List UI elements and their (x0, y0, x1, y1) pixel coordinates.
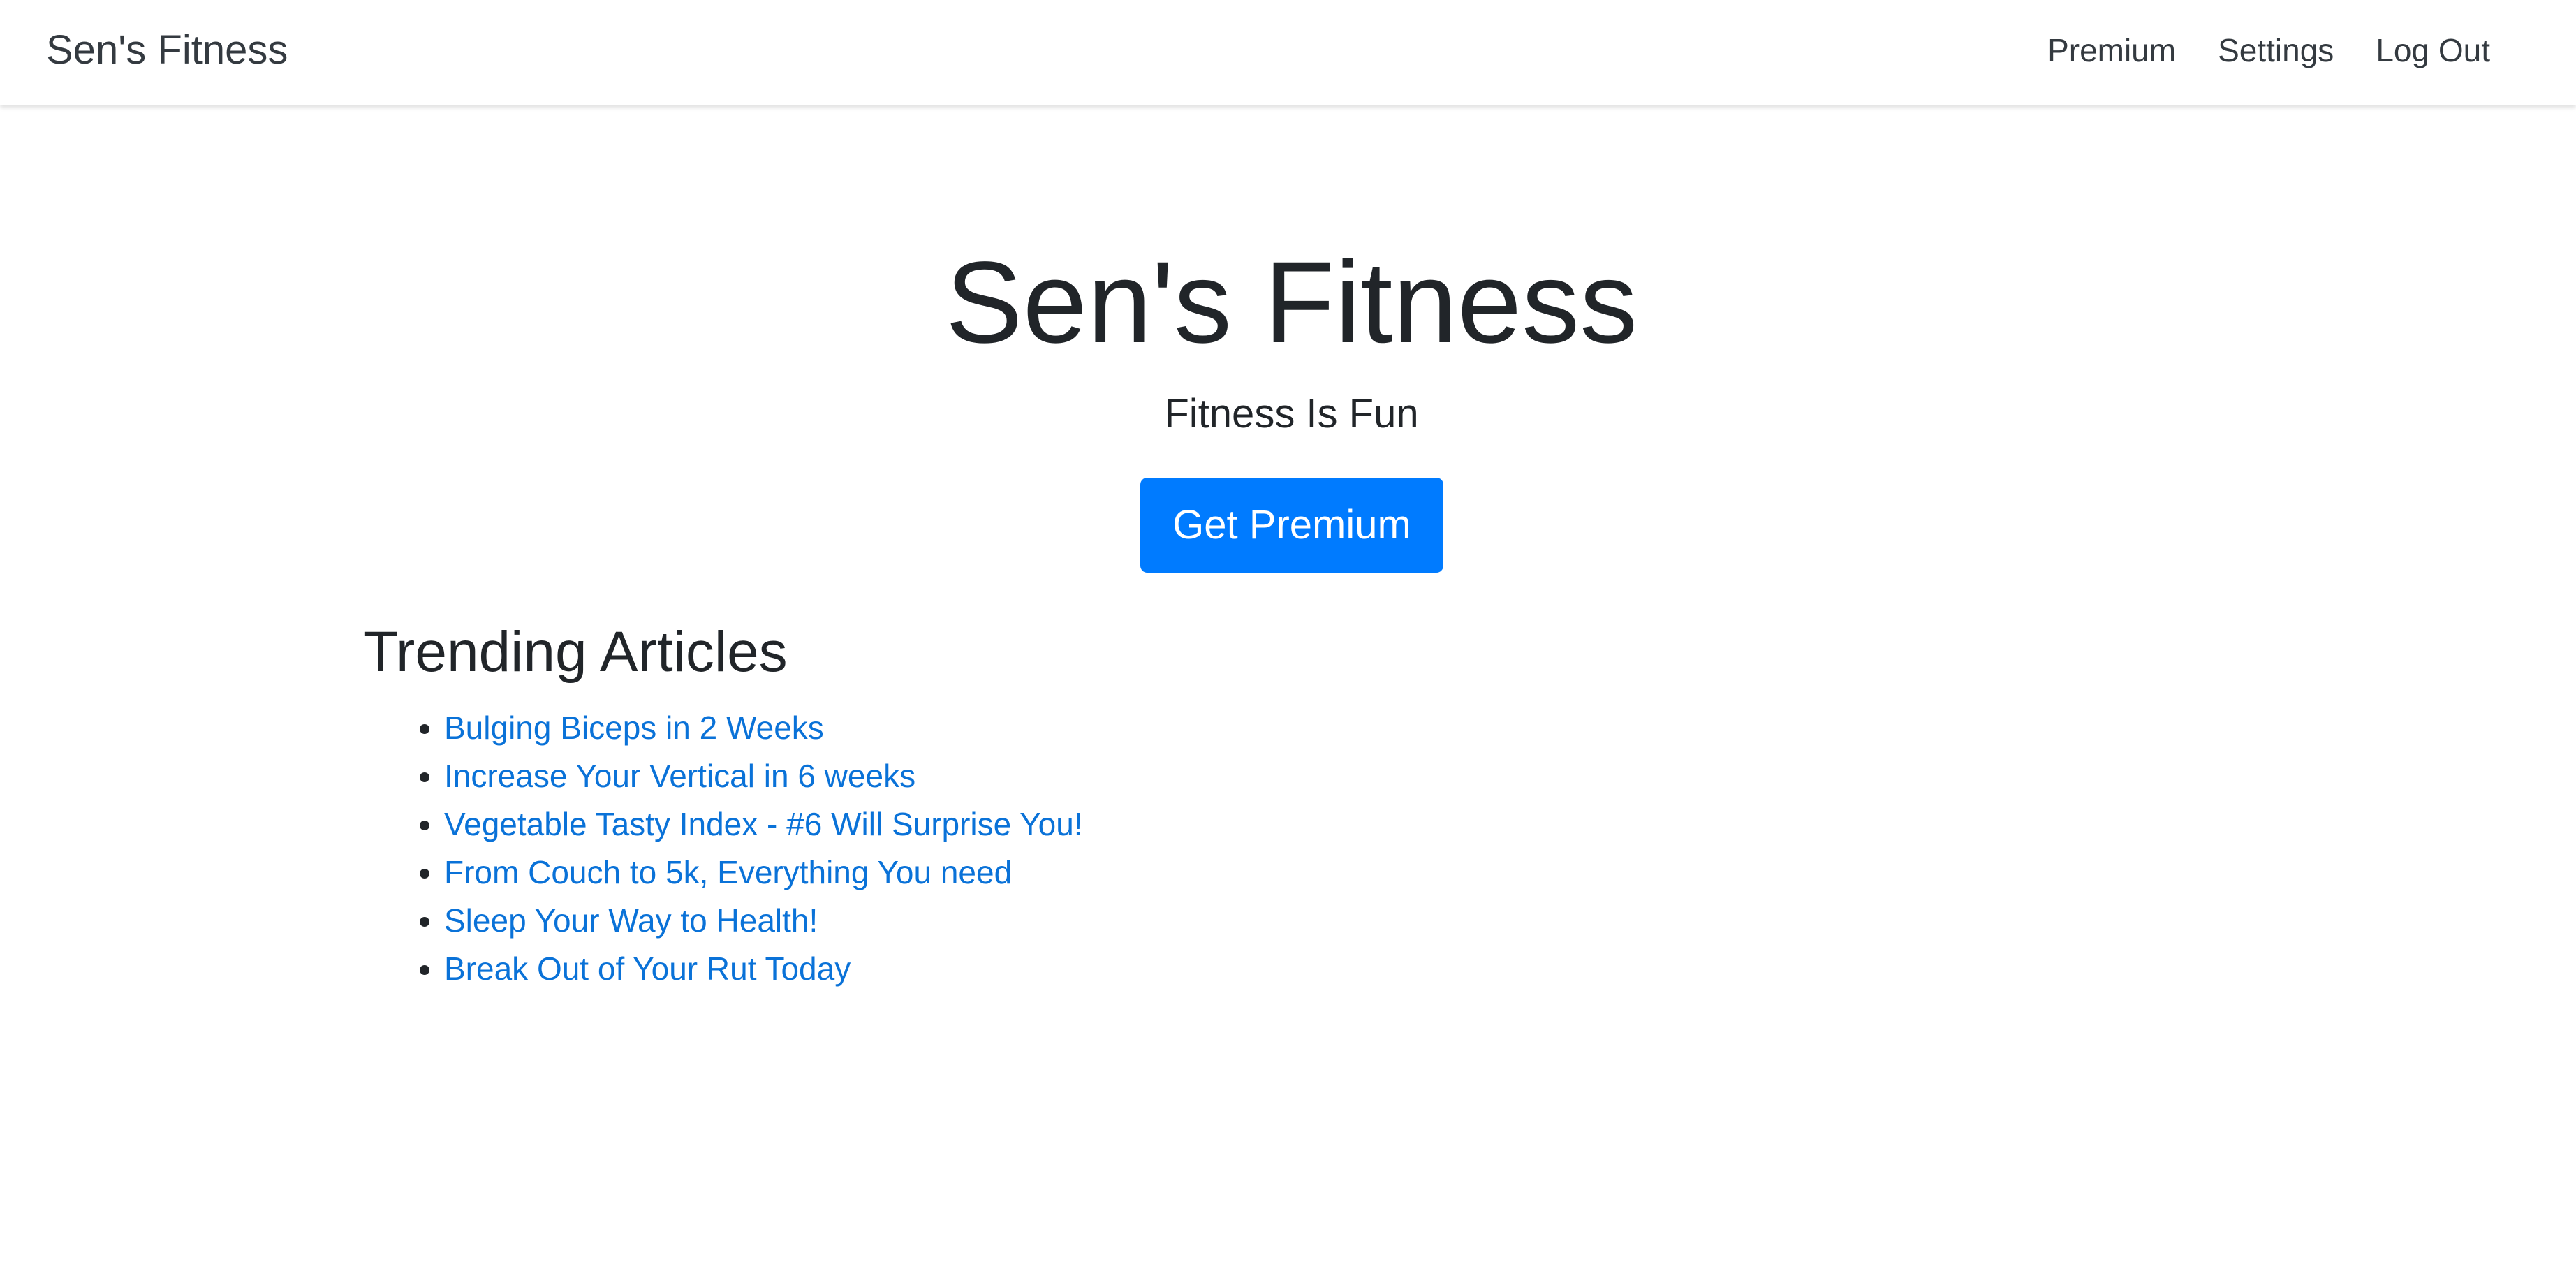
trending-articles-heading: Trending Articles (363, 620, 788, 684)
list-item: From Couch to 5k, Everything You need (444, 848, 1083, 897)
nav-links: Premium Settings Log Out (2047, 29, 2490, 71)
brand-link[interactable]: Sen's Fitness (46, 27, 288, 74)
article-link[interactable]: Increase Your Vertical in 6 weeks (444, 758, 915, 794)
article-link[interactable]: Break Out of Your Rut Today (444, 950, 851, 987)
article-link[interactable]: Sleep Your Way to Health! (444, 902, 818, 939)
list-item: Bulging Biceps in 2 Weeks (444, 704, 1083, 752)
article-link[interactable]: Bulging Biceps in 2 Weeks (444, 710, 824, 746)
hero-title: Sen's Fitness (945, 238, 1638, 367)
list-item: Increase Your Vertical in 6 weeks (444, 752, 1083, 800)
list-item: Break Out of Your Rut Today (444, 945, 1083, 993)
get-premium-button[interactable]: Get Premium (1140, 478, 1443, 573)
list-item: Vegetable Tasty Index - #6 Will Surprise… (444, 800, 1083, 848)
hero-subtitle: Fitness Is Fun (1164, 391, 1419, 436)
trending-articles-list: Bulging Biceps in 2 Weeks Increase Your … (363, 704, 1083, 993)
article-link[interactable]: Vegetable Tasty Index - #6 Will Surprise… (444, 806, 1083, 842)
article-link[interactable]: From Couch to 5k, Everything You need (444, 854, 1012, 890)
nav-premium-link[interactable]: Premium (2047, 29, 2176, 71)
list-item: Sleep Your Way to Health! (444, 897, 1083, 945)
nav-settings-link[interactable]: Settings (2218, 29, 2334, 71)
top-navbar: Sen's Fitness Premium Settings Log Out (0, 0, 2576, 105)
nav-logout-link[interactable]: Log Out (2376, 29, 2490, 71)
